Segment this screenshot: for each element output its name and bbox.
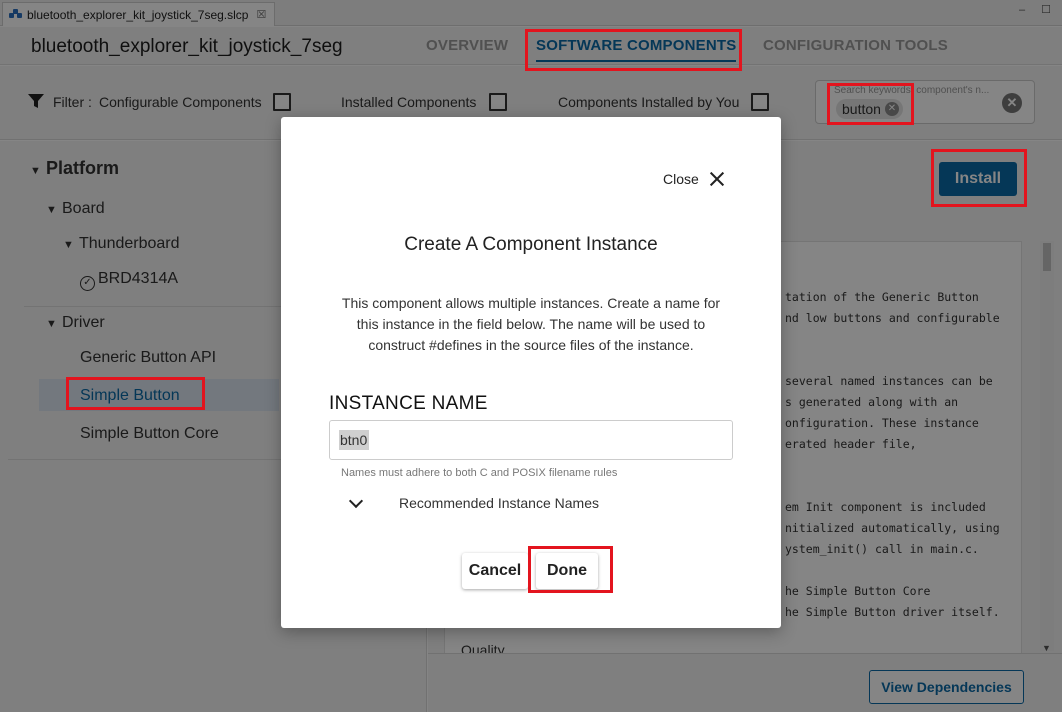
instance-name-input[interactable] [329,420,733,460]
close-label: Close [663,171,699,187]
instance-name-hint: Names must adhere to both C and POSIX fi… [341,467,618,479]
highlight-box [827,83,914,125]
close-icon[interactable] [709,171,725,187]
highlight-box [66,377,205,410]
highlight-box [525,29,742,71]
instance-name-label: INSTANCE NAME [329,393,488,414]
recommended-names-toggle[interactable]: Recommended Instance Names [347,494,599,512]
highlight-box [931,149,1027,207]
cancel-button[interactable]: Cancel [462,553,528,589]
dialog-description: This component allows multiple instances… [341,295,721,353]
chevron-down-icon [347,494,365,512]
highlight-box [528,546,613,593]
close-button[interactable]: Close [663,171,725,187]
recommended-label: Recommended Instance Names [399,495,599,511]
dialog-title: Create A Component Instance [404,234,658,255]
